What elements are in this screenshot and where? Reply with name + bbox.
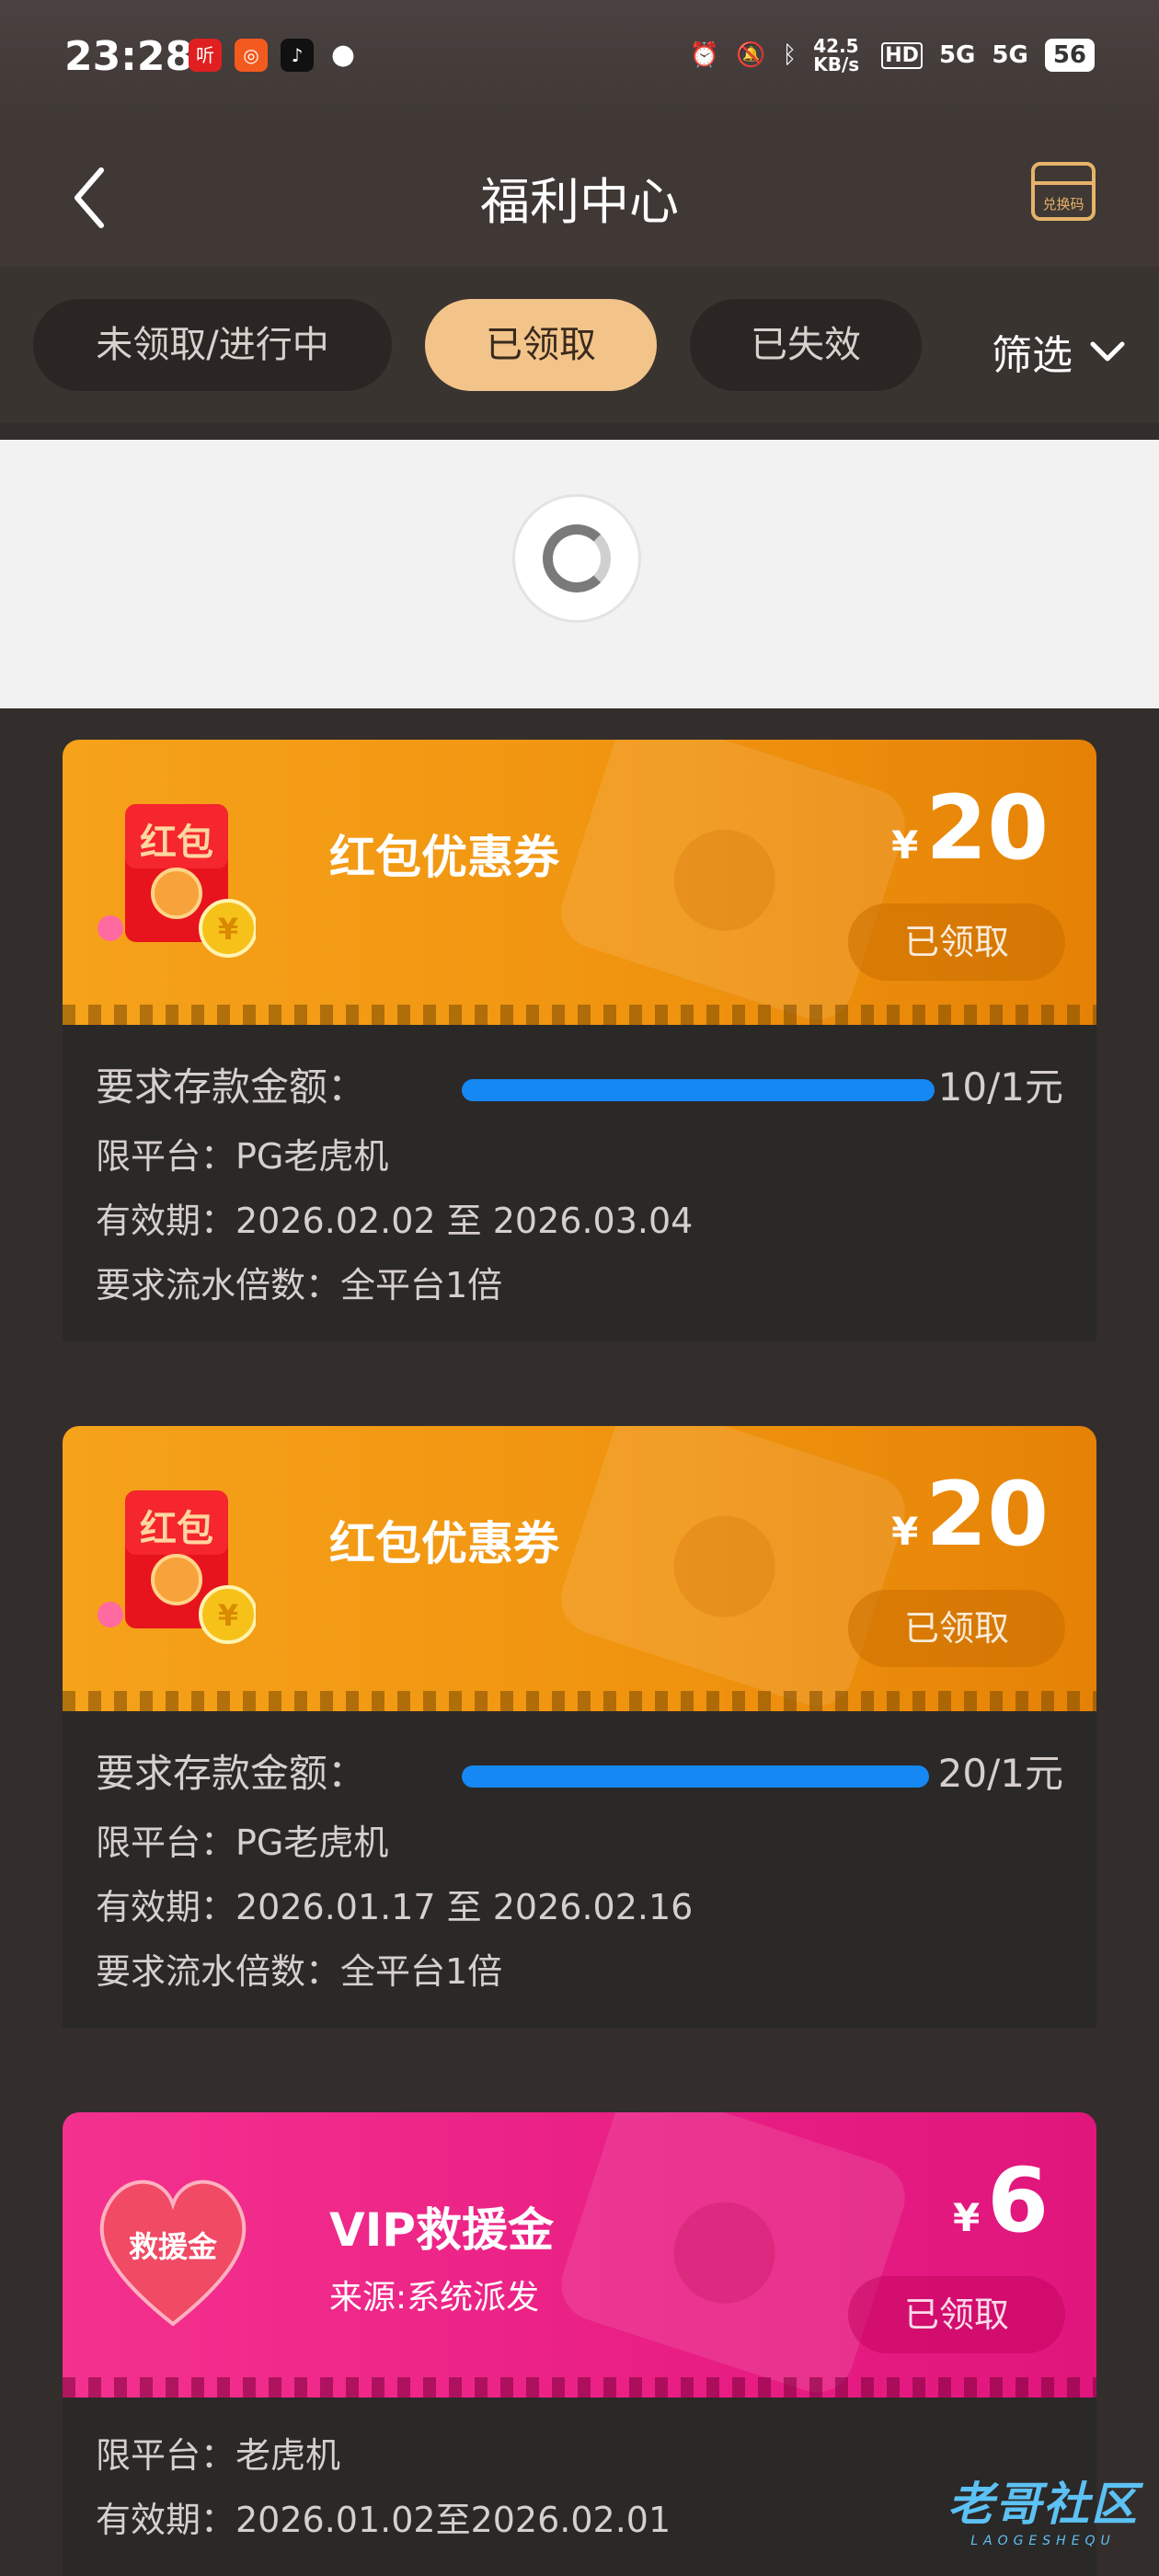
signal-5g-1: 5G [938,41,976,69]
site-watermark-logo: 老哥社区 LAOGESHEQU [947,2467,1139,2548]
coupon-header: 红包 ¥ 红包优惠券 ¥ 20 已领取 [63,740,1096,1025]
status-time: 23:28 [64,33,194,80]
coupon-title: 红包优惠券 [329,831,559,884]
turnover-row: 要求流水倍数：全平台1倍 [96,1951,503,1992]
coupon-card: 救援金 VIP救援金 来源:系统派发 ¥ 6 已领取 限平台：老虎机 有效期：2… [63,2112,1096,2576]
message-icon: ● [330,39,356,71]
coupon-amount: ¥ 6 [953,2149,1049,2252]
validity-row: 有效期：2026.01.02至2026.02.01 [96,2500,671,2540]
alarm-icon: ⏰ [689,41,720,69]
loading-spinner-icon [515,497,638,620]
svg-text:¥: ¥ [218,1598,238,1633]
coupon-details: 要求存款金额： 10/1元 限平台：PG老虎机 有效期：2026.02.02 至… [63,1025,1096,1341]
envelope-watermark-icon [551,740,915,1025]
page-title: 福利中心 [480,173,679,231]
deposit-progress-bar [462,1079,935,1101]
deposit-label: 要求存款金额： [96,1064,367,1110]
network-speed: 42.5 KB/s [813,35,860,75]
coupon-details: 要求存款金额： 20/1元 限平台：PG老虎机 有效期：2026.01.17 至… [63,1711,1096,2028]
coupon-amount: ¥ 20 [891,1463,1049,1566]
filter-label: 筛选 [992,332,1073,379]
red-envelope-label: 红包 [140,822,213,864]
coupon-amount: ¥ 20 [891,776,1049,880]
app-header: 福利中心 兑换码 [0,124,1159,268]
svg-text:¥: ¥ [218,912,238,947]
deposit-progress-bar [462,1765,929,1788]
status-app-icons: 听 ◎ ♪ ● [189,39,360,72]
rescue-heart-label: 救援金 [129,2229,218,2264]
status-indicators: ⏰ 🔕 ᛒ 42.5 KB/s HD 5G 5G 56 [690,37,1095,74]
deposit-value: 10/1元 [937,1064,1063,1110]
coupon-title: 红包优惠券 [329,1517,559,1570]
coupon-source: 来源:系统派发 [329,2279,540,2317]
coupon-card: 红包 ¥ 红包优惠券 ¥ 20 已领取 要求存款金额： 10/1元 限平台：PG… [63,740,1096,1341]
deposit-label: 要求存款金额： [96,1751,367,1796]
coupon-card: 红包 ¥ 红包优惠券 ¥ 20 已领取 要求存款金额： 20/1元 限平台：PG… [63,1426,1096,2028]
coupon-header: 救援金 VIP救援金 来源:系统派发 ¥ 6 已领取 [63,2112,1096,2398]
hd-icon: HD [881,41,923,69]
platform-row: 限平台：老虎机 [96,2435,341,2476]
chevron-down-icon [1090,341,1125,362]
validity-row: 有效期：2026.01.17 至 2026.02.16 [96,1887,694,1927]
signal-5g-2: 5G [992,41,1028,69]
redeem-code-icon: 兑换码 [1031,162,1096,221]
deposit-value: 20/1元 [937,1751,1063,1796]
claimed-button[interactable]: 已领取 [848,903,1065,981]
perforation-divider [63,1691,1096,1711]
news-app-icon: ◎ [235,39,268,72]
watermark-text: 老哥社区 [947,2478,1139,2531]
deposit-requirement-row: 要求存款金额： 10/1元 [96,1051,1063,1124]
bluetooth-icon: ᛒ [782,41,798,69]
perforation-divider [63,1005,1096,1025]
redeem-code-label: 兑换码 [1042,196,1084,213]
filter-dropdown[interactable]: 筛选 [992,322,1126,381]
validity-row: 有效期：2026.02.02 至 2026.03.04 [96,1201,694,1241]
deposit-requirement-row: 要求存款金额： 20/1元 [96,1737,1063,1811]
amount-value: 20 [925,776,1049,880]
tiktok-app-icon: ♪ [281,39,314,72]
heart-watermark-icon [551,2112,915,2398]
tab-unclaimed[interactable]: 未领取/进行中 [33,299,392,391]
platform-row: 限平台：PG老虎机 [96,1136,389,1177]
status-bar: 23:28 听 ◎ ♪ ● ⏰ 🔕 ᛒ 42.5 KB/s HD 5G 5G 5… [0,0,1159,124]
coupon-details: 限平台：老虎机 有效期：2026.01.02至2026.02.01 [63,2398,1096,2576]
status-tabs: 未领取/进行中 已领取 已失效 筛选 [0,267,1159,423]
claimed-button[interactable]: 已领取 [848,1590,1065,1667]
platform-row: 限平台：PG老虎机 [96,1823,389,1863]
red-envelope-label: 红包 [140,1508,213,1550]
loading-area [0,440,1159,708]
tab-claimed[interactable]: 已领取 [425,299,657,391]
amount-value: 6 [987,2149,1049,2252]
currency-symbol: ¥ [891,1509,919,1554]
mute-icon: 🔕 [736,41,766,69]
perforation-divider [63,2377,1096,2398]
envelope-watermark-icon [551,1426,915,1711]
redeem-code-button[interactable]: 兑换码 [1030,161,1096,222]
currency-symbol: ¥ [891,822,919,868]
claimed-button[interactable]: 已领取 [848,2276,1065,2353]
watermark-subtext: LAOGESHEQU [970,2534,1116,2548]
coupon-title: VIP救援金 [329,2203,554,2257]
coupon-header: 红包 ¥ 红包优惠券 ¥ 20 已领取 [63,1426,1096,1711]
battery-indicator: 56 [1044,39,1095,72]
red-envelope-icon: 红包 ¥ [98,804,256,958]
amount-value: 20 [925,1463,1049,1566]
rescue-heart-icon: 救援金 [99,2179,247,2327]
listen-app-icon: 听 [189,39,222,72]
red-envelope-icon: 红包 ¥ [98,1490,256,1644]
currency-symbol: ¥ [952,2195,981,2240]
tab-expired[interactable]: 已失效 [690,299,922,391]
turnover-row: 要求流水倍数：全平台1倍 [96,1265,503,1305]
